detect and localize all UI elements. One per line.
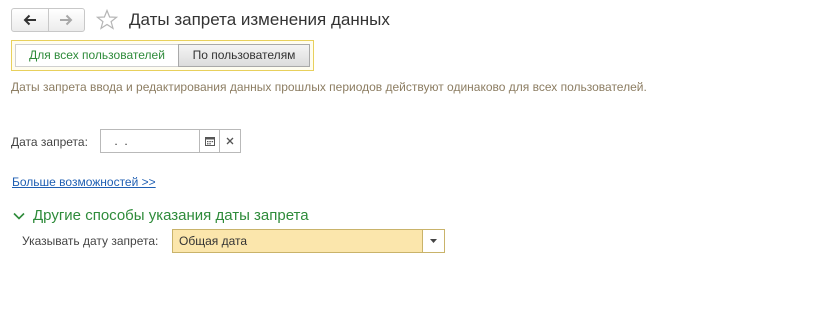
clear-button[interactable] — [220, 129, 241, 153]
mode-select-value: Общая дата — [179, 234, 248, 248]
arrow-right-icon — [60, 14, 73, 26]
close-icon — [226, 137, 234, 145]
more-options-link[interactable]: Больше возможностей >> — [12, 174, 156, 190]
tab-switcher: Для всех пользователей По пользователям — [11, 40, 314, 71]
star-icon[interactable] — [95, 8, 119, 32]
back-button[interactable] — [12, 9, 48, 31]
arrow-left-icon — [23, 14, 36, 26]
dropdown-button[interactable] — [422, 230, 444, 252]
tab-by-users[interactable]: По пользователям — [178, 44, 310, 67]
calendar-icon — [204, 137, 215, 146]
forward-button[interactable] — [47, 9, 85, 31]
group-title: Другие способы указания даты запрета — [33, 207, 309, 224]
triangle-down-icon — [430, 239, 437, 243]
calendar-button[interactable] — [199, 129, 220, 153]
date-field-label: Дата запрета: — [11, 135, 88, 149]
date-input[interactable]: . . — [100, 129, 200, 153]
mode-select[interactable]: Общая дата — [172, 229, 445, 253]
mode-label: Указывать дату запрета: — [22, 234, 159, 248]
group-toggle[interactable]: Другие способы указания даты запрета — [12, 206, 309, 226]
navigation-buttons — [11, 8, 85, 32]
info-text: Даты запрета ввода и редактирования данн… — [11, 80, 647, 94]
tab-all-users[interactable]: Для всех пользователей — [15, 44, 178, 67]
page-title: Даты запрета изменения данных — [129, 10, 390, 29]
chevron-down-icon — [13, 212, 25, 220]
form-window: Даты запрета изменения данных Для всех п… — [0, 0, 826, 312]
